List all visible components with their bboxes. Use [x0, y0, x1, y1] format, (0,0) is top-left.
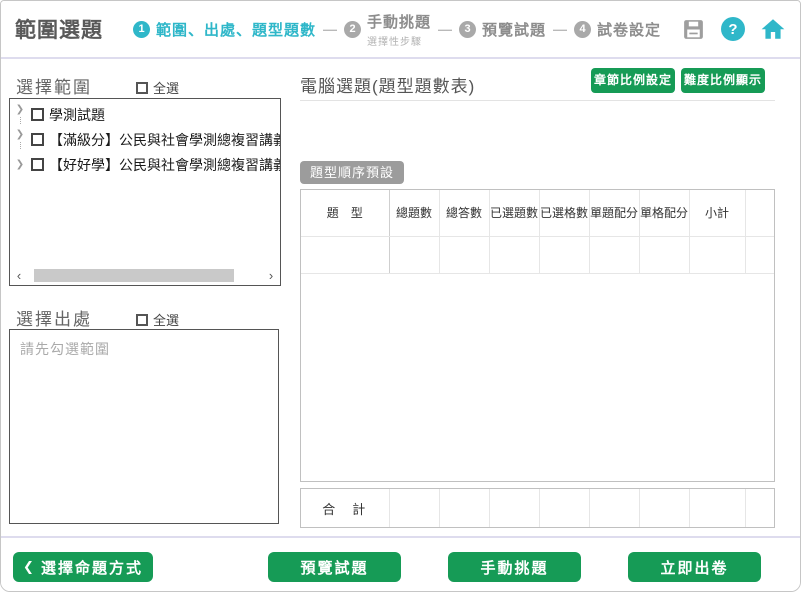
- column-header: 總答數: [439, 190, 489, 236]
- column-header: [745, 190, 774, 236]
- column-header: 已選格數: [539, 190, 589, 236]
- scroll-right-icon[interactable]: ›: [263, 268, 279, 283]
- tree-item[interactable]: ❯ 【好好學】公民與社會學測總複習講義 實: [10, 152, 280, 177]
- column-header: 題 型: [301, 190, 389, 236]
- generate-paper-button[interactable]: 立即出卷: [628, 552, 761, 582]
- range-select-all[interactable]: 全選: [136, 78, 179, 97]
- range-tree: ❯ 學測試題 ❯ 【滿級分】公民與社會學測總複習講義 實 ❯ 【好好學】公民與社…: [10, 99, 280, 177]
- app-window: 範圍選題 1 範圍、出處、題型題數 — 2 手動挑題 選擇性步驟 — 3 預覽試…: [0, 0, 801, 592]
- computer-select-title: 電腦選題(題型題數表): [300, 72, 475, 97]
- source-select-all-label: 全選: [153, 310, 179, 329]
- header-icons: ?: [681, 16, 786, 42]
- table-empty-row: [301, 236, 774, 273]
- manual-pick-button[interactable]: 手動挑題: [448, 552, 581, 582]
- source-select-all[interactable]: 全選: [136, 310, 179, 329]
- step-1-label: 範圍、出處、題型題數: [156, 19, 316, 40]
- scrollbar-thumb[interactable]: [34, 269, 234, 282]
- back-button-label: 選擇命題方式: [41, 557, 143, 578]
- header-bar: 範圍選題 1 範圍、出處、題型題數 — 2 手動挑題 選擇性步驟 — 3 預覽試…: [1, 1, 800, 59]
- help-icon[interactable]: ?: [721, 17, 745, 41]
- expand-chevron-icon[interactable]: ❯: [16, 105, 24, 115]
- save-icon[interactable]: [681, 17, 706, 42]
- tree-guide-dots: [20, 117, 21, 124]
- expand-chevron-icon[interactable]: ❯: [16, 160, 24, 170]
- column-header: 單題配分: [589, 190, 639, 236]
- step-1-number: 1: [133, 21, 150, 38]
- range-select-all-label: 全選: [153, 78, 179, 97]
- back-chevron-icon: ❮: [23, 559, 36, 575]
- choose-method-back-button[interactable]: ❮ 選擇命題方式: [13, 552, 153, 582]
- step-3-preview[interactable]: 3 預覽試題: [459, 19, 546, 40]
- tree-item-checkbox[interactable]: [31, 158, 44, 171]
- page-title: 範圍選題: [15, 14, 103, 44]
- scrollbar-track[interactable]: [27, 269, 263, 282]
- column-header: 單格配分: [639, 190, 689, 236]
- tree-item-checkbox[interactable]: [31, 133, 44, 146]
- step-2-label: 手動挑題: [367, 11, 431, 32]
- column-header: 小計: [689, 190, 745, 236]
- range-section-title: 選擇範圍: [16, 73, 92, 98]
- chapter-ratio-button[interactable]: 章節比例設定: [591, 68, 675, 93]
- preview-questions-button[interactable]: 預覽試題: [268, 552, 401, 582]
- range-listbox: ❯ 學測試題 ❯ 【滿級分】公民與社會學測總複習講義 實 ❯ 【好好學】公民與社…: [9, 98, 281, 286]
- step-1-range[interactable]: 1 範圍、出處、題型題數: [133, 19, 316, 40]
- tree-item-label: 學測試題: [49, 105, 105, 125]
- step-2-number: 2: [344, 21, 361, 38]
- scroll-left-icon[interactable]: ‹: [11, 268, 27, 283]
- tree-guide-dots: [20, 142, 21, 149]
- home-icon[interactable]: [760, 16, 786, 42]
- column-header: 已選題數: [489, 190, 539, 236]
- step-4-label: 試卷設定: [597, 19, 661, 40]
- range-select-all-checkbox[interactable]: [136, 82, 148, 94]
- tree-item-label: 【滿級分】公民與社會學測總複習講義 實: [49, 130, 281, 150]
- source-select-all-checkbox[interactable]: [136, 314, 148, 326]
- step-3-label: 預覽試題: [482, 19, 546, 40]
- step-3-number: 3: [459, 21, 476, 38]
- table-header-row: 題 型 總題數 總答數 已選題數 已選格數 單題配分 單格配分 小計: [301, 190, 774, 236]
- expand-chevron-icon[interactable]: ❯: [16, 130, 24, 140]
- tree-item[interactable]: ❯ 【滿級分】公民與社會學測總複習講義 實: [10, 127, 280, 152]
- tree-item-checkbox[interactable]: [31, 108, 44, 121]
- step-separator: —: [438, 21, 452, 37]
- step-separator: —: [323, 21, 337, 37]
- step-4-number: 4: [574, 21, 591, 38]
- difficulty-ratio-button[interactable]: 難度比例顯示: [681, 68, 765, 93]
- tree-item-label: 【好好學】公民與社會學測總複習講義 實: [49, 155, 281, 175]
- step-4-paper-settings[interactable]: 4 試卷設定: [574, 19, 661, 40]
- horizontal-scrollbar[interactable]: ‹ ›: [11, 267, 279, 284]
- total-label: 合 計: [301, 489, 389, 527]
- right-panel-divider: [300, 100, 775, 101]
- tree-item[interactable]: ❯ 學測試題: [10, 102, 280, 127]
- step-2-manual-pick[interactable]: 2 手動挑題 選擇性步驟: [344, 11, 431, 48]
- source-listbox: 請先勾選範圍: [9, 329, 279, 524]
- step-2-sublabel: 選擇性步驟: [367, 33, 422, 48]
- question-type-order-tab[interactable]: 題型順序預設: [300, 161, 404, 184]
- source-section-title: 選擇出處: [16, 305, 92, 330]
- question-type-table: 題 型 總題數 總答數 已選題數 已選格數 單題配分 單格配分 小計: [300, 189, 775, 482]
- source-placeholder-text: 請先勾選範圍: [10, 330, 278, 368]
- column-header: 總題數: [389, 190, 439, 236]
- table-total-row: 合 計: [300, 488, 775, 528]
- step-separator: —: [553, 21, 567, 37]
- stepper: 1 範圍、出處、題型題數 — 2 手動挑題 選擇性步驟 — 3 預覽試題 — 4…: [133, 11, 661, 48]
